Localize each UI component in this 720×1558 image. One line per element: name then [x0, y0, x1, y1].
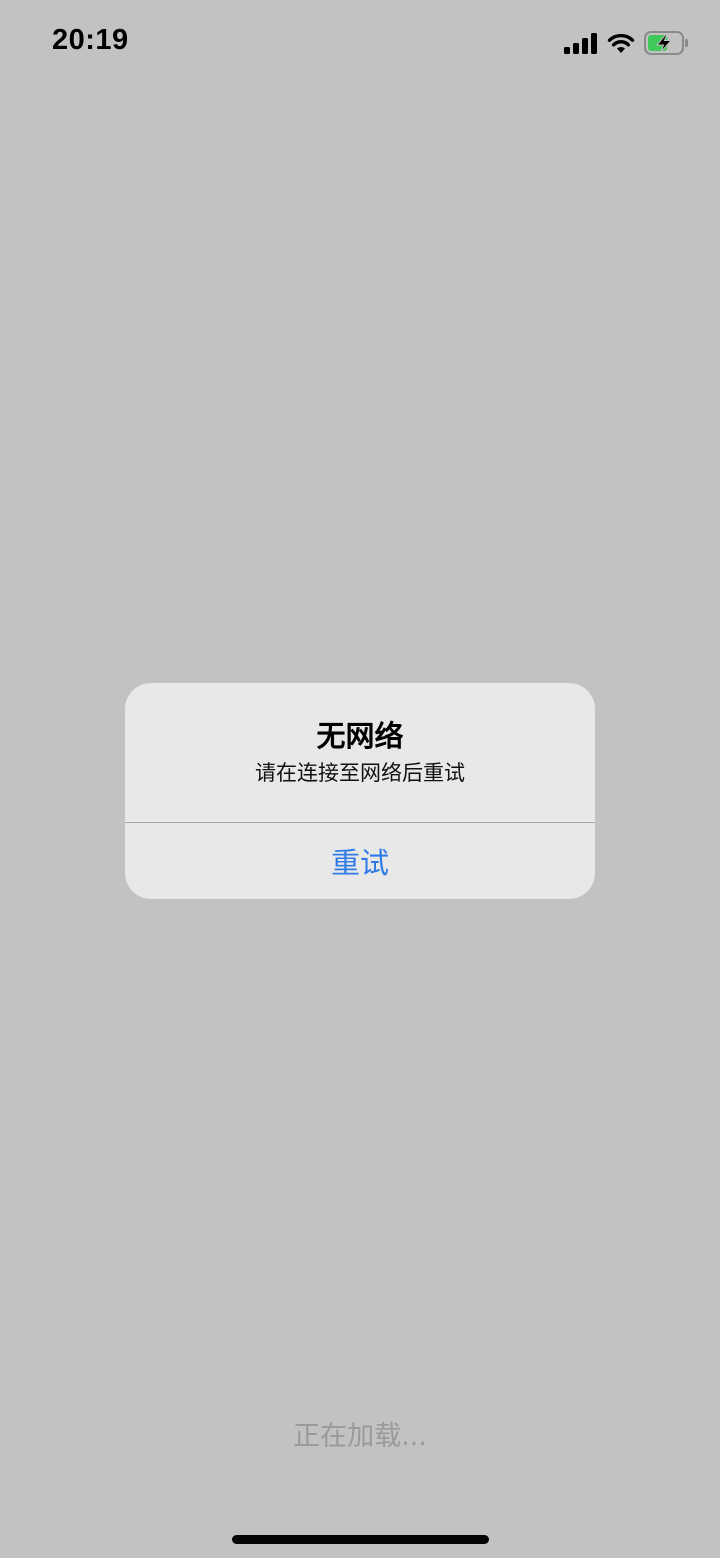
battery-charging-icon: [644, 31, 688, 55]
wifi-icon: [607, 33, 635, 53]
signal-icon: [564, 33, 597, 54]
alert-message: 请在连接至网络后重试: [255, 761, 465, 785]
no-network-alert: 无网络 请在连接至网络后重试 重试: [125, 683, 595, 899]
status-time: 20:19: [52, 24, 129, 56]
home-indicator[interactable]: [232, 1535, 489, 1544]
alert-body: 无网络 请在连接至网络后重试: [125, 683, 595, 822]
status-bar: 20:19: [0, 0, 720, 90]
alert-title: 无网络: [316, 719, 404, 753]
status-icons: [564, 30, 690, 56]
loading-text: 正在加载...: [293, 1421, 427, 1452]
retry-button[interactable]: 重试: [125, 823, 595, 899]
